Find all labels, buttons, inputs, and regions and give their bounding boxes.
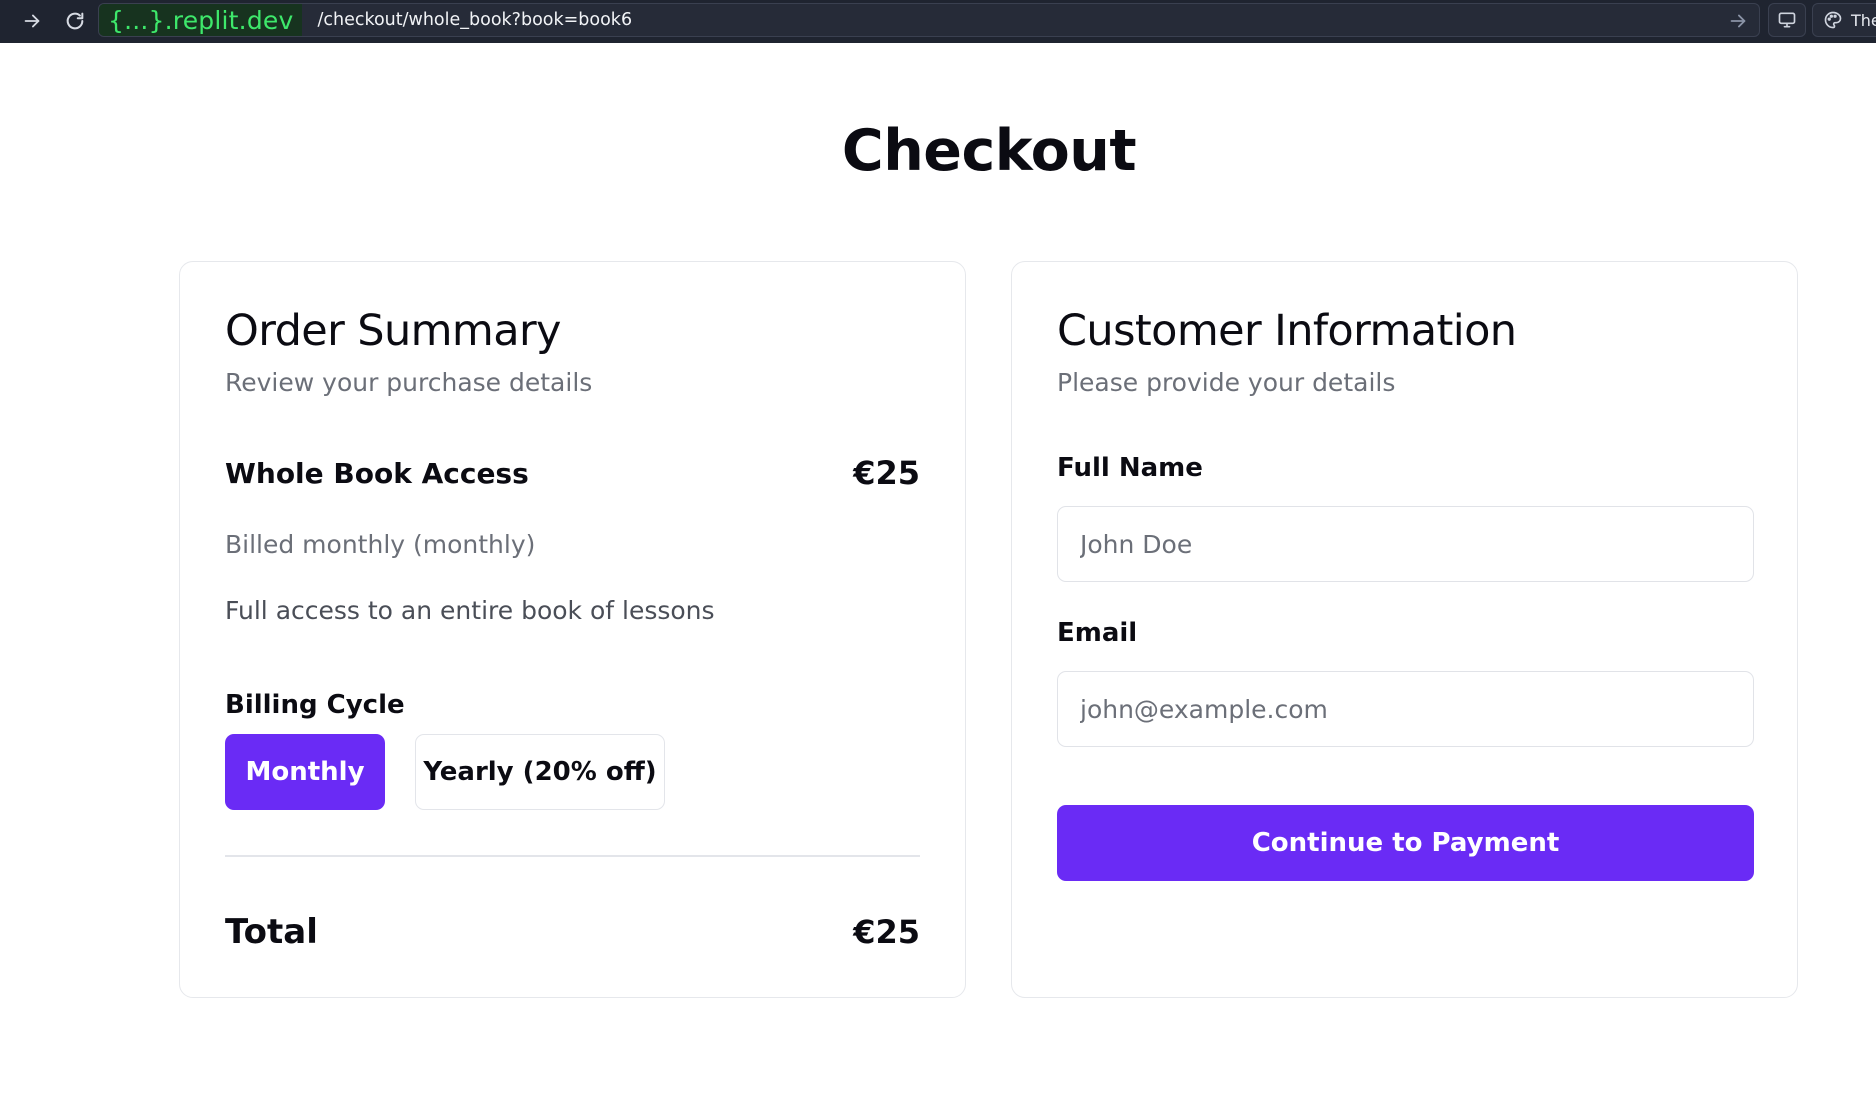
total-value: €25 [853, 913, 920, 951]
page-title: Checkout [841, 118, 1137, 184]
full-name-label: Full Name [1057, 453, 1203, 483]
theme-label: The [1851, 10, 1876, 30]
url-path: /checkout/whole_book?book=book6 [317, 10, 633, 30]
customer-info-subtitle: Please provide your details [1057, 368, 1396, 397]
palette-icon [1824, 11, 1842, 29]
monitor-icon [1778, 12, 1796, 28]
order-summary-title: Order Summary [225, 306, 561, 356]
continue-to-payment-button[interactable]: Continue to Payment [1057, 805, 1754, 881]
browser-toolbar: {...}.replit.dev /checkout/whole_book?bo… [0, 0, 1876, 43]
summary-divider [225, 855, 920, 857]
item-name: Whole Book Access [225, 456, 529, 490]
forward-arrow-icon[interactable] [12, 3, 52, 39]
url-domain: {...}.replit.dev [99, 4, 303, 36]
yearly-cycle-button[interactable]: Yearly (20% off) [415, 734, 665, 810]
order-summary-card: Order Summary Review your purchase detai… [179, 261, 966, 998]
customer-info-card: Customer Information Please provide your… [1011, 261, 1798, 998]
billing-note: Billed monthly (monthly) [225, 530, 536, 559]
device-preview-button[interactable] [1768, 3, 1806, 37]
email-label: Email [1057, 618, 1138, 648]
item-price: €25 [853, 454, 920, 492]
item-description: Full access to an entire book of lessons [225, 596, 715, 625]
billing-cycle-label: Billing Cycle [225, 690, 405, 720]
order-summary-subtitle: Review your purchase details [225, 368, 593, 397]
theme-button[interactable]: The [1812, 3, 1876, 37]
monthly-cycle-button[interactable]: Monthly [225, 734, 385, 810]
reload-icon[interactable] [55, 3, 95, 39]
full-name-input[interactable] [1057, 506, 1754, 582]
total-label: Total [225, 912, 318, 952]
order-item-row: Whole Book Access €25 [225, 454, 920, 492]
customer-info-title: Customer Information [1057, 306, 1517, 356]
email-input[interactable] [1057, 671, 1754, 747]
address-bar[interactable]: {...}.replit.dev /checkout/whole_book?bo… [98, 3, 1760, 37]
go-arrow-icon[interactable] [1727, 10, 1749, 32]
total-row: Total €25 [225, 912, 920, 952]
